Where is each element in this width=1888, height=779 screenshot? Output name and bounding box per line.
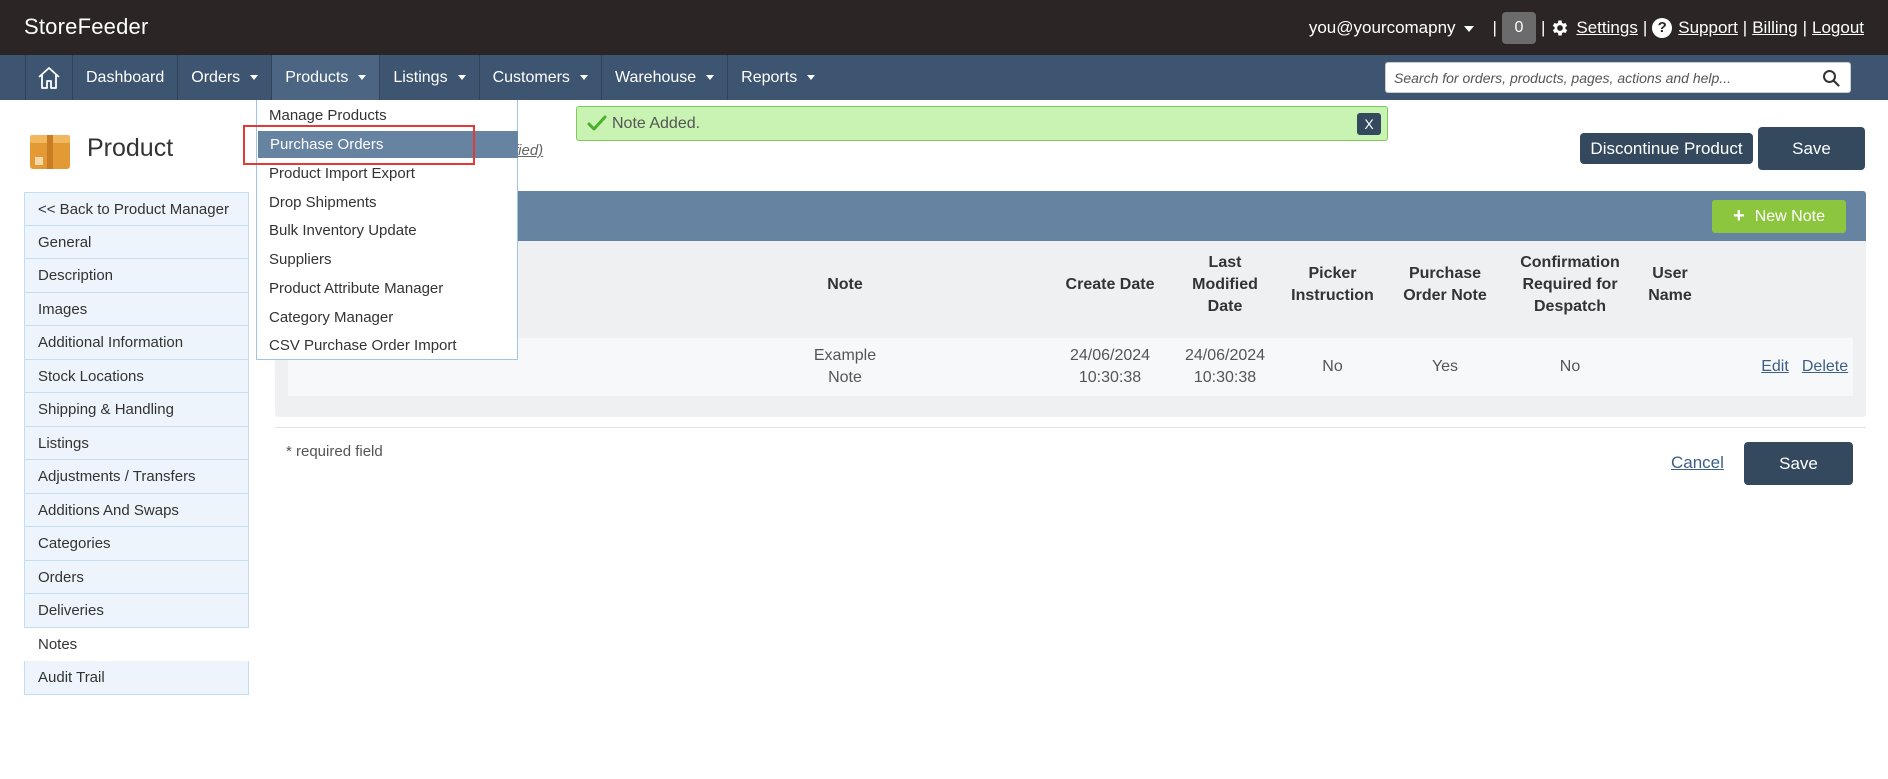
required-field-note: * required field	[286, 443, 383, 460]
sidebar-item-description[interactable]: Description	[24, 259, 249, 293]
top-bar: StoreFeeder you@yourcomapny | 0 | Settin…	[0, 0, 1888, 55]
sidebar-item-images[interactable]: Images	[24, 292, 249, 326]
home-icon	[38, 66, 60, 89]
support-link[interactable]: Support	[1678, 18, 1738, 38]
chevron-down-icon	[358, 75, 367, 81]
nav-products[interactable]: Products	[272, 55, 381, 100]
delete-link[interactable]: Delete	[1802, 356, 1848, 378]
chevron-down-icon	[1463, 25, 1474, 32]
check-icon	[587, 115, 607, 131]
menu-item-product-attribute-manager[interactable]: Product Attribute Manager	[257, 275, 517, 302]
notification-count-badge[interactable]: 0	[1501, 12, 1536, 44]
product-sidebar: << Back to Product Manager General Descr…	[24, 192, 249, 695]
toast-close-button[interactable]: X	[1357, 113, 1381, 135]
nav-listings[interactable]: Listings	[380, 55, 480, 100]
column-picker-instruction: Picker Instruction	[1291, 265, 1374, 304]
user-menu[interactable]: you@yourcomapny	[1309, 18, 1474, 38]
sidebar-item-audit-trail[interactable]: Audit Trail	[24, 661, 249, 695]
sidebar-item-orders[interactable]: Orders	[24, 560, 249, 594]
sidebar-item-back[interactable]: << Back to Product Manager	[24, 192, 249, 226]
sidebar-item-additions-swaps[interactable]: Additions And Swaps	[24, 493, 249, 527]
cell-note: Example Note	[813, 347, 877, 386]
new-note-button[interactable]: + New Note	[1712, 200, 1846, 233]
column-create-date: Create Date	[1065, 276, 1155, 293]
annotation-highlight-box	[243, 125, 475, 165]
plus-icon: +	[1733, 205, 1745, 227]
chevron-down-icon	[706, 75, 715, 81]
page-title: Product	[87, 134, 174, 162]
cell-confirmation: No	[1559, 358, 1581, 375]
cell-purchase-order-note: Yes	[1431, 358, 1459, 375]
modified-indicator[interactable]: fied)	[514, 142, 543, 159]
toast-message: Note Added.	[612, 115, 701, 132]
separator: |	[1540, 18, 1546, 37]
column-confirmation: Confirmation Required for Despatch	[1520, 254, 1620, 315]
sidebar-item-listings[interactable]: Listings	[24, 426, 249, 460]
cancel-link[interactable]: Cancel	[1671, 453, 1724, 473]
billing-link[interactable]: Billing	[1752, 18, 1797, 38]
brand-logo[interactable]: StoreFeeder	[24, 14, 149, 40]
sidebar-item-stock-locations[interactable]: Stock Locations	[24, 359, 249, 393]
gear-icon[interactable]	[1550, 18, 1570, 38]
save-button[interactable]: Save	[1758, 127, 1865, 170]
menu-item-drop-shipments[interactable]: Drop Shipments	[257, 189, 517, 216]
success-toast: Note Added. X	[576, 106, 1388, 141]
chevron-down-icon	[250, 75, 259, 81]
separator: |	[1642, 18, 1648, 37]
search-icon[interactable]	[1822, 69, 1840, 87]
nav-warehouse[interactable]: Warehouse	[602, 55, 729, 100]
help-icon[interactable]: ?	[1652, 18, 1673, 38]
main-nav: Dashboard Orders Products Listings Custo…	[0, 55, 1888, 100]
column-last-modified: Last Modified Date	[1192, 254, 1258, 315]
sidebar-item-additional-information[interactable]: Additional Information	[24, 326, 249, 360]
chevron-down-icon	[807, 75, 816, 81]
nav-dashboard[interactable]: Dashboard	[73, 55, 179, 100]
sidebar-item-adjustments-transfers[interactable]: Adjustments / Transfers	[24, 460, 249, 494]
discontinue-product-button[interactable]: Discontinue Product	[1580, 133, 1753, 164]
account-area: you@yourcomapny | 0 | Settings | ? Suppo…	[1309, 12, 1864, 44]
divider	[275, 427, 1866, 428]
separator: |	[1742, 18, 1748, 37]
sidebar-item-shipping-handling[interactable]: Shipping & Handling	[24, 393, 249, 427]
separator: |	[1802, 18, 1807, 37]
settings-link[interactable]: Settings	[1576, 18, 1637, 38]
product-box-icon	[30, 135, 70, 169]
menu-item-suppliers[interactable]: Suppliers	[257, 246, 517, 273]
cell-last-modified: 24/06/2024 10:30:38	[1184, 347, 1266, 386]
menu-item-category-manager[interactable]: Category Manager	[257, 304, 517, 331]
nav-customers[interactable]: Customers	[480, 55, 602, 100]
cell-picker-instruction: No	[1322, 358, 1343, 375]
menu-item-bulk-inventory-update[interactable]: Bulk Inventory Update	[257, 217, 517, 244]
column-note: Note	[827, 276, 863, 293]
chevron-down-icon	[579, 75, 588, 81]
sidebar-item-categories[interactable]: Categories	[24, 527, 249, 561]
separator: |	[1492, 18, 1497, 37]
sidebar-item-notes[interactable]: Notes	[24, 627, 249, 661]
save-button-bottom[interactable]: Save	[1744, 442, 1853, 485]
column-user-name: User Name	[1648, 265, 1692, 304]
table-row: Example Note 24/06/2024 10:30:38 24/06/2…	[288, 338, 1853, 396]
sidebar-item-general[interactable]: General	[24, 225, 249, 259]
cell-create-date: 24/06/2024 10:30:38	[1069, 347, 1151, 386]
nav-orders[interactable]: Orders	[178, 55, 273, 100]
logout-link[interactable]: Logout	[1812, 18, 1864, 38]
nav-reports[interactable]: Reports	[728, 55, 828, 100]
sidebar-item-deliveries[interactable]: Deliveries	[24, 594, 249, 628]
global-search	[1385, 62, 1851, 93]
column-purchase-order-note: Purchase Order Note	[1403, 265, 1487, 304]
menu-item-csv-purchase-order-import[interactable]: CSV Purchase Order Import	[257, 332, 517, 359]
home-button[interactable]	[25, 55, 73, 100]
search-input[interactable]	[1386, 63, 1816, 92]
cell-user-name	[1640, 338, 1700, 396]
edit-link[interactable]: Edit	[1761, 356, 1789, 378]
chevron-down-icon	[457, 75, 466, 81]
